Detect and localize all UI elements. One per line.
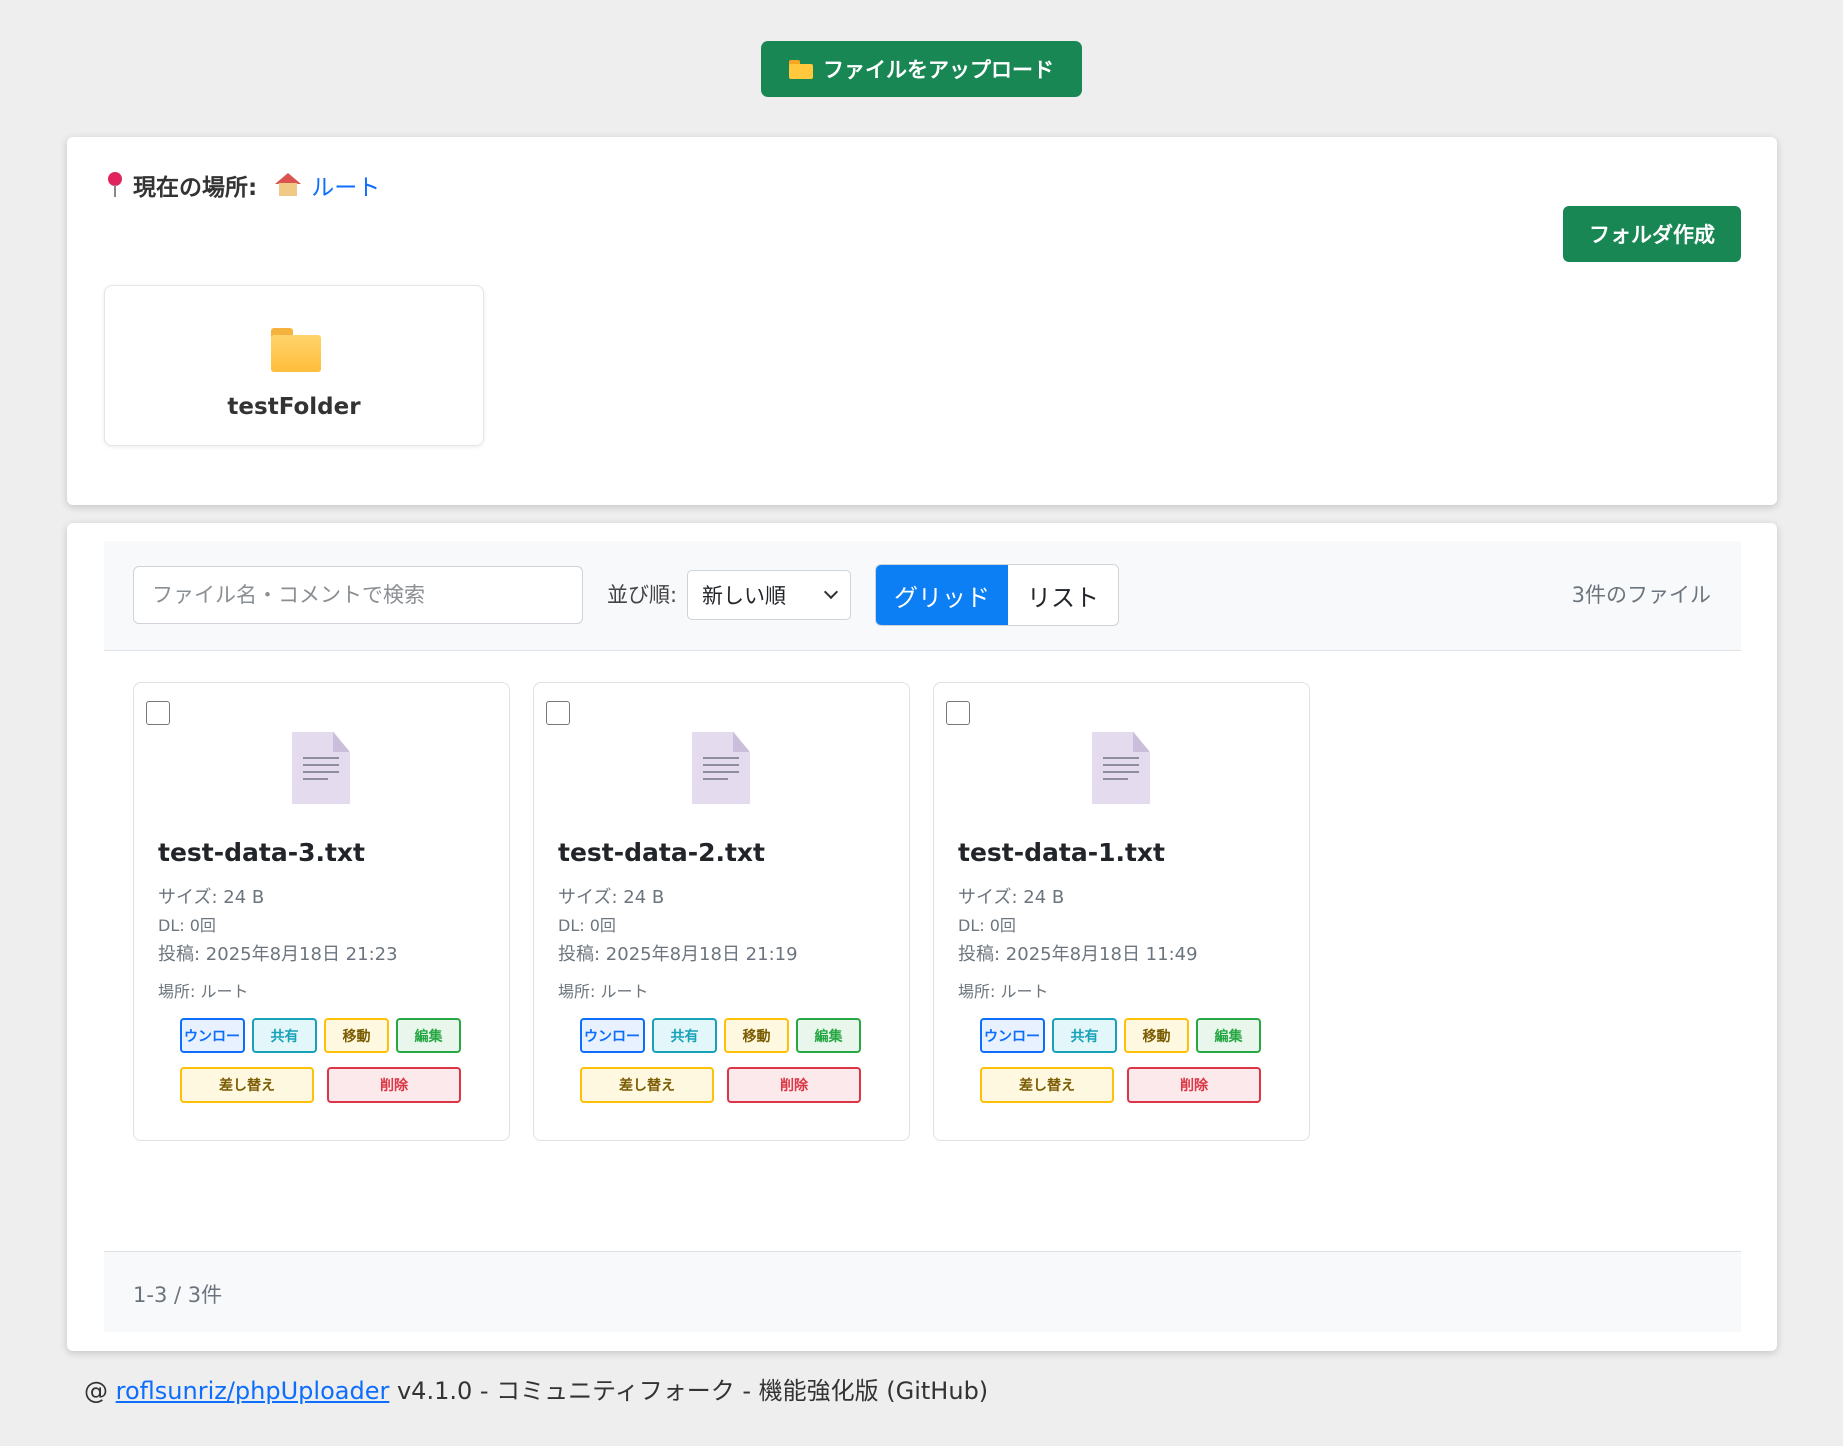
file-card: test-data-3.txt サイズ: 24 B DL: 0回 投稿: 202… (133, 682, 510, 1141)
file-size: サイズ: 24 B (558, 887, 665, 908)
github-repo-link[interactable]: roflsunriz/phpUploader (116, 1377, 390, 1405)
pagination-info: 1-3 / 3件 (133, 1283, 223, 1307)
file-size: サイズ: 24 B (958, 887, 1065, 908)
delete-button[interactable]: 削除 (727, 1067, 861, 1103)
location-label: 現在の場所: (133, 175, 258, 201)
download-button[interactable]: ウンロー (580, 1018, 645, 1053)
search-input[interactable] (133, 566, 583, 624)
edit-button[interactable]: 編集 (1196, 1018, 1261, 1053)
file-location: 場所: ルート (158, 982, 249, 1001)
file-card: test-data-1.txt サイズ: 24 B DL: 0回 投稿: 202… (933, 682, 1310, 1141)
upload-file-button[interactable]: ファイルをアップロード (761, 41, 1082, 97)
delete-button[interactable]: 削除 (327, 1067, 461, 1103)
download-button[interactable]: ウンロー (980, 1018, 1045, 1053)
move-button[interactable]: 移動 (324, 1018, 389, 1053)
folder-icon (789, 59, 813, 79)
file-location: 場所: ルート (958, 982, 1049, 1001)
footer-suffix: v4.1.0 - コミュニティフォーク - 機能強化版 (GitHub) (389, 1377, 989, 1405)
breadcrumb-root-link[interactable]: ルート (311, 168, 380, 202)
upload-file-label: ファイルをアップロード (823, 58, 1054, 82)
file-size: サイズ: 24 B (158, 887, 265, 908)
folder-name: testFolder (227, 394, 361, 420)
download-button[interactable]: ウンロー (180, 1018, 245, 1053)
file-select-checkbox[interactable] (146, 701, 170, 725)
sort-select-value: 新しい順 (702, 584, 786, 608)
sort-select[interactable]: 新しい順 (687, 570, 851, 620)
file-select-checkbox[interactable] (946, 701, 970, 725)
share-button[interactable]: 共有 (252, 1018, 317, 1053)
home-icon (275, 173, 302, 197)
folder-tile[interactable]: testFolder (104, 285, 484, 446)
share-button[interactable]: 共有 (1052, 1018, 1117, 1053)
sort-label: 並び順: (607, 583, 678, 607)
file-name: test-data-1.txt (958, 838, 1165, 867)
pin-icon (107, 172, 123, 198)
file-posted-date: 投稿: 2025年8月18日 21:23 (158, 944, 398, 965)
file-download-count: DL: 0回 (958, 916, 1016, 935)
text-file-icon (1092, 732, 1150, 804)
text-file-icon (692, 732, 750, 804)
footer-prefix: @ (84, 1377, 116, 1405)
footer: @ roflsunriz/phpUploader v4.1.0 - コミュニティ… (84, 1371, 988, 1406)
replace-button[interactable]: 差し替え (580, 1067, 714, 1103)
view-list-button[interactable]: リスト (1008, 565, 1118, 625)
folder-panel: 現在の場所: ルート フォルダ作成 testFolder (67, 137, 1777, 505)
view-grid-button[interactable]: グリッド (876, 565, 1008, 625)
file-download-count: DL: 0回 (558, 916, 616, 935)
file-name: test-data-3.txt (158, 838, 365, 867)
chevron-down-icon (823, 584, 839, 600)
share-button[interactable]: 共有 (652, 1018, 717, 1053)
view-toggle: グリッド リスト (875, 564, 1119, 626)
text-file-icon (292, 732, 350, 804)
move-button[interactable]: 移動 (724, 1018, 789, 1053)
file-location: 場所: ルート (558, 982, 649, 1001)
edit-button[interactable]: 編集 (796, 1018, 861, 1053)
file-count: 3件のファイル (1571, 583, 1711, 607)
folder-icon (271, 328, 321, 372)
edit-button[interactable]: 編集 (396, 1018, 461, 1053)
pagination-bar: 1-3 / 3件 (104, 1251, 1741, 1332)
file-select-checkbox[interactable] (546, 701, 570, 725)
replace-button[interactable]: 差し替え (180, 1067, 314, 1103)
create-folder-button[interactable]: フォルダ作成 (1563, 206, 1741, 262)
delete-button[interactable]: 削除 (1127, 1067, 1261, 1103)
file-card: test-data-2.txt サイズ: 24 B DL: 0回 投稿: 202… (533, 682, 910, 1141)
file-download-count: DL: 0回 (158, 916, 216, 935)
breadcrumb: 現在の場所: ルート (107, 167, 380, 203)
file-name: test-data-2.txt (558, 838, 765, 867)
replace-button[interactable]: 差し替え (980, 1067, 1114, 1103)
file-panel: 並び順: 新しい順 グリッド リスト 3件のファイル test-data-3.t… (67, 523, 1777, 1351)
file-posted-date: 投稿: 2025年8月18日 11:49 (958, 944, 1198, 965)
move-button[interactable]: 移動 (1124, 1018, 1189, 1053)
file-posted-date: 投稿: 2025年8月18日 21:19 (558, 944, 798, 965)
file-toolbar: 並び順: 新しい順 グリッド リスト 3件のファイル (104, 541, 1741, 651)
